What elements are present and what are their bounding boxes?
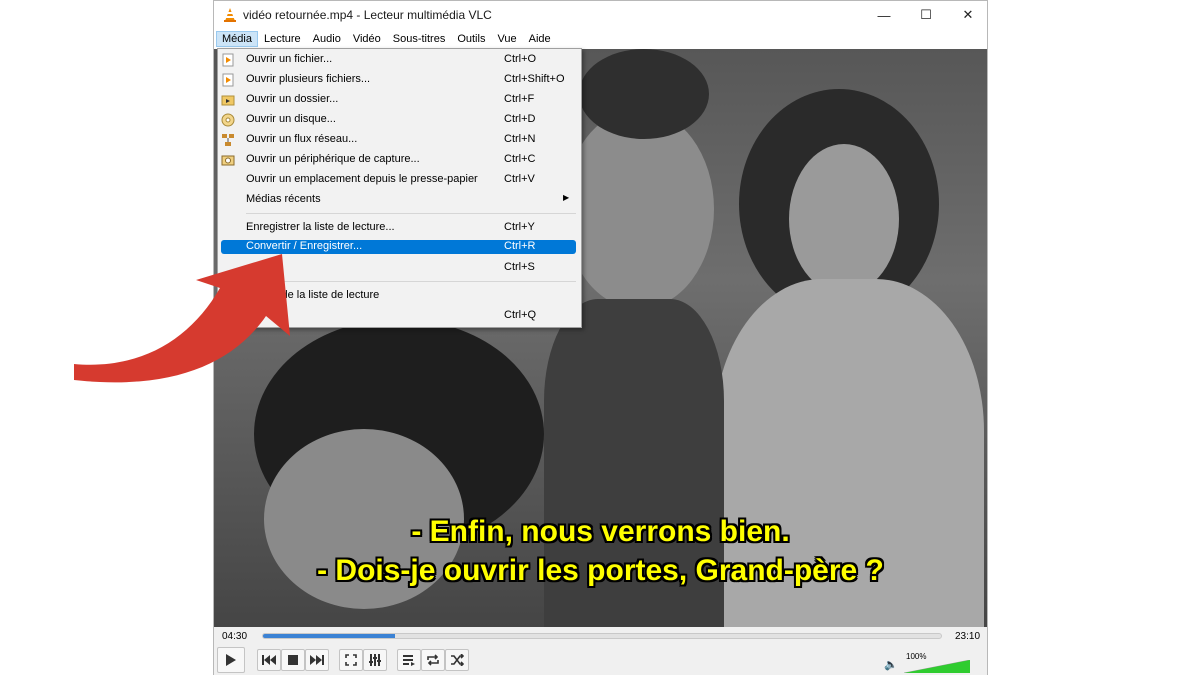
menu-item-shortcut: Ctrl+Q [504,309,537,321]
stop-button[interactable] [281,649,305,671]
seek-bar[interactable] [262,633,942,639]
menu-item-label: Ouvrir plusieurs fichiers... [246,73,371,85]
menu-item-open-network[interactable]: Ouvrir un flux réseau... Ctrl+N [218,130,581,150]
subtitle-line-1: - Enfin, nous verrons bien. [411,515,790,548]
menu-item-label: Ouvrir un périphérique de capture... [246,153,420,165]
menu-item-shortcut: Ctrl+N [504,133,536,145]
menu-item-shortcut: Ctrl+D [504,113,536,125]
menu-item-label: Ouvrir un dossier... [246,93,339,105]
video-figure-man-back [579,49,709,139]
playlist-button[interactable] [397,649,421,671]
menu-item-open-disc[interactable]: Ouvrir un disque... Ctrl+D [218,110,581,130]
video-figure-old-man [564,109,714,309]
next-icon [310,655,324,665]
menu-item-label: Ouvrir un fichier... [246,53,333,65]
menu-help[interactable]: Aide [523,31,557,47]
menu-subtitles[interactable]: Sous-titres [387,31,452,47]
submenu-arrow-icon: ▶ [563,193,570,202]
menu-item-label: Ouvrir un emplacement depuis le presse-p… [246,173,478,185]
seek-progress [263,634,396,638]
menu-item-shortcut: Ctrl+Y [504,221,535,233]
menu-item-open-multiple[interactable]: Ouvrir plusieurs fichiers... Ctrl+Shift+… [218,70,581,90]
previous-button[interactable] [257,649,281,671]
menu-item-label: Ouvrir un flux réseau... [246,133,358,145]
total-time: 23:10 [955,631,981,642]
vlc-cone-icon [224,8,236,22]
menu-item-label: Médias récents [246,193,321,205]
extended-settings-icon [369,654,381,666]
menu-item-shortcut: Ctrl+C [504,153,536,165]
title-bar: vidéo retournée.mp4 - Lecteur multimédia… [214,1,987,29]
fullscreen-button[interactable] [339,649,363,671]
menu-item-shortcut: Ctrl+V [504,173,535,185]
elapsed-time: 04:30 [222,631,248,642]
menu-media[interactable]: Média [216,31,258,47]
loop-button[interactable] [421,649,445,671]
menu-item-shortcut: Ctrl+R [504,240,536,252]
menu-lecture[interactable]: Lecture [258,31,307,47]
capture-device-icon [221,155,235,166]
play-button[interactable] [217,647,245,673]
folder-icon [221,95,235,106]
next-button[interactable] [305,649,329,671]
minimize-button[interactable]: — [863,1,905,29]
menu-item-shortcut: Ctrl+S [504,261,535,273]
menu-tools[interactable]: Outils [451,31,491,47]
menu-item-open-clipboard[interactable]: Ouvrir un emplacement depuis le presse-p… [218,170,581,190]
menu-video[interactable]: Vidéo [347,31,387,47]
menu-item-recent-media[interactable]: Médias récents ▶ [218,190,581,210]
previous-icon [262,655,276,665]
menu-item-label: Enregistrer la liste de lecture... [246,221,395,233]
red-pointer-arrow [74,254,290,383]
window-title: vidéo retournée.mp4 - Lecteur multimédia… [243,8,492,22]
menu-item-open-file[interactable]: Ouvrir un fichier... Ctrl+O [218,50,581,70]
stop-icon [288,655,298,665]
maximize-button[interactable]: ☐ [905,1,947,29]
shuffle-button[interactable] [445,649,469,671]
menu-item-save-playlist[interactable]: Enregistrer la liste de lecture... Ctrl+… [218,218,581,238]
subtitle-line-2: - Dois-je ouvrir les portes, Grand-père … [317,554,884,587]
menu-bar: Média Lecture Audio Vidéo Sous-titres Ou… [214,29,987,49]
play-icon [226,654,236,666]
shuffle-icon [451,654,464,666]
volume-slider[interactable] [904,660,970,673]
network-icon [222,134,234,146]
menu-item-open-folder[interactable]: Ouvrir un dossier... Ctrl+F [218,90,581,110]
menu-item-shortcut: Ctrl+O [504,53,537,65]
files-play-icon [222,73,234,87]
playlist-icon [403,655,415,666]
extended-settings-button[interactable] [363,649,387,671]
menu-item-label: Ouvrir un disque... [246,113,336,125]
menu-item-shortcut: Ctrl+F [504,93,535,105]
video-figure-woman-face [789,144,899,294]
speaker-icon[interactable]: 🔈 [884,658,898,671]
menu-audio[interactable]: Audio [307,31,347,47]
loop-icon [427,654,439,666]
file-play-icon [222,53,234,67]
close-button[interactable]: ✕ [947,1,989,29]
menu-view[interactable]: Vue [491,31,522,47]
disc-icon [221,113,235,127]
fullscreen-icon [345,654,357,666]
control-bar: 04:30 23:10 100% 🔈 [214,627,987,675]
menu-item-open-capture[interactable]: Ouvrir un périphérique de capture... Ctr… [218,150,581,170]
menu-separator [246,213,576,214]
menu-item-shortcut: Ctrl+Shift+O [504,73,565,85]
